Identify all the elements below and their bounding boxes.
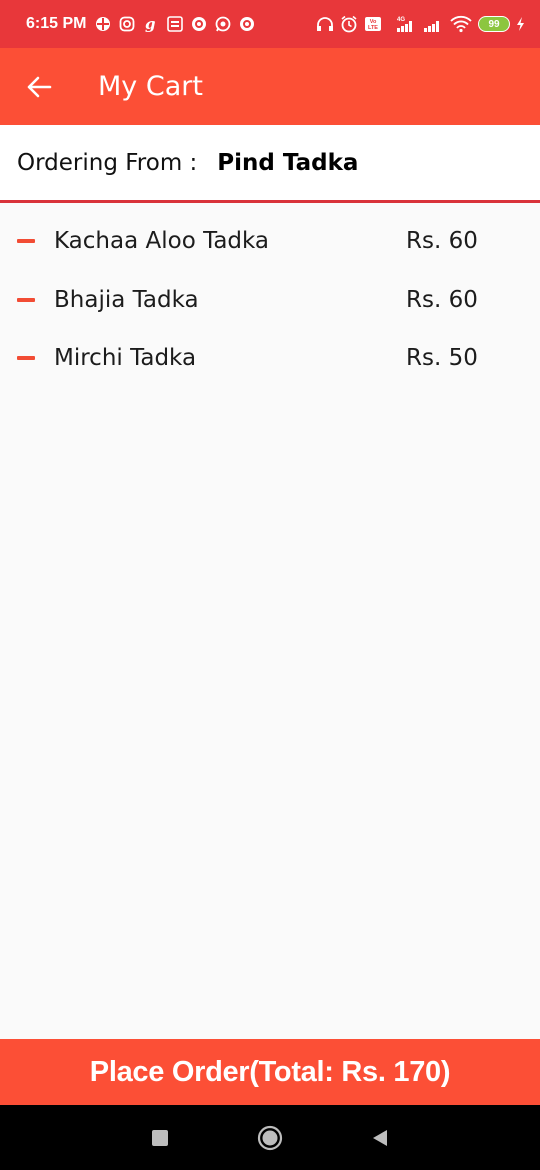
- minus-icon: [17, 239, 35, 244]
- news-icon: [166, 15, 184, 33]
- triangle-back-icon: [373, 1129, 387, 1146]
- charging-icon: [516, 15, 526, 33]
- wifi-icon: [450, 15, 472, 33]
- cart-item-list: Kachaa Aloo Tadka Rs. 60 Bhajia Tadka Rs…: [0, 212, 540, 388]
- back-button[interactable]: [0, 48, 78, 125]
- section-divider: [0, 200, 540, 203]
- signal-icon: [422, 15, 444, 33]
- g-icon: g: [142, 15, 160, 33]
- volte-icon: Vo LTE: [364, 15, 382, 33]
- system-nav-bar: [0, 1105, 540, 1170]
- back-nav-button[interactable]: [325, 1105, 435, 1170]
- svg-text:LTE: LTE: [368, 25, 378, 31]
- circle-home-icon: [257, 1125, 283, 1150]
- headphones-icon: [316, 15, 334, 33]
- item-price: Rs. 50: [406, 345, 478, 372]
- status-bar: 6:15 PM g Vo LTE 4G 99: [0, 0, 540, 48]
- ordering-from-row: Ordering From : Pind Tadka: [0, 125, 540, 201]
- cart-item: Kachaa Aloo Tadka Rs. 60: [0, 212, 540, 271]
- remove-item-button[interactable]: [0, 271, 54, 329]
- ordering-from-label: Ordering From :: [17, 150, 198, 176]
- place-order-button[interactable]: Place Order(Total: Rs. 170): [0, 1039, 540, 1105]
- recents-button[interactable]: [105, 1105, 215, 1170]
- notification-icons: g: [94, 15, 256, 33]
- place-order-label: Place Order(Total: Rs. 170): [89, 1055, 451, 1088]
- minus-icon: [17, 356, 35, 361]
- remove-item-button[interactable]: [0, 212, 54, 270]
- cart-screen: 6:15 PM g Vo LTE 4G 99 My Cart Ordering …: [0, 0, 540, 1170]
- cart-item: Bhajia Tadka Rs. 60: [0, 271, 540, 330]
- home-button[interactable]: [215, 1105, 325, 1170]
- item-price: Rs. 60: [406, 228, 478, 255]
- signal-icon: 4G: [388, 15, 416, 33]
- item-name: Bhajia Tadka: [54, 286, 199, 313]
- svg-text:4G: 4G: [397, 17, 405, 23]
- restaurant-name: Pind Tadka: [217, 150, 359, 176]
- item-name: Mirchi Tadka: [54, 345, 197, 372]
- status-time: 6:15 PM: [26, 15, 87, 32]
- arrow-left-icon: [27, 76, 52, 97]
- at-icon: [238, 15, 256, 33]
- alarm-icon: [340, 15, 358, 33]
- square-recents-icon: [152, 1129, 168, 1146]
- page-title: My Cart: [98, 71, 203, 102]
- cart-item: Mirchi Tadka Rs. 50: [0, 329, 540, 388]
- battery-icon: 99: [478, 16, 510, 32]
- whatsapp-icon: [214, 15, 232, 33]
- instagram-icon: [118, 15, 136, 33]
- app-bar: My Cart: [0, 48, 540, 125]
- helm-icon: [94, 15, 112, 33]
- minus-icon: [17, 297, 35, 302]
- svg-text:g: g: [145, 16, 156, 32]
- system-status-icons: Vo LTE 4G 99: [316, 15, 526, 33]
- item-price: Rs. 60: [406, 286, 478, 313]
- at-icon: [190, 15, 208, 33]
- remove-item-button[interactable]: [0, 329, 54, 387]
- item-name: Kachaa Aloo Tadka: [54, 228, 270, 255]
